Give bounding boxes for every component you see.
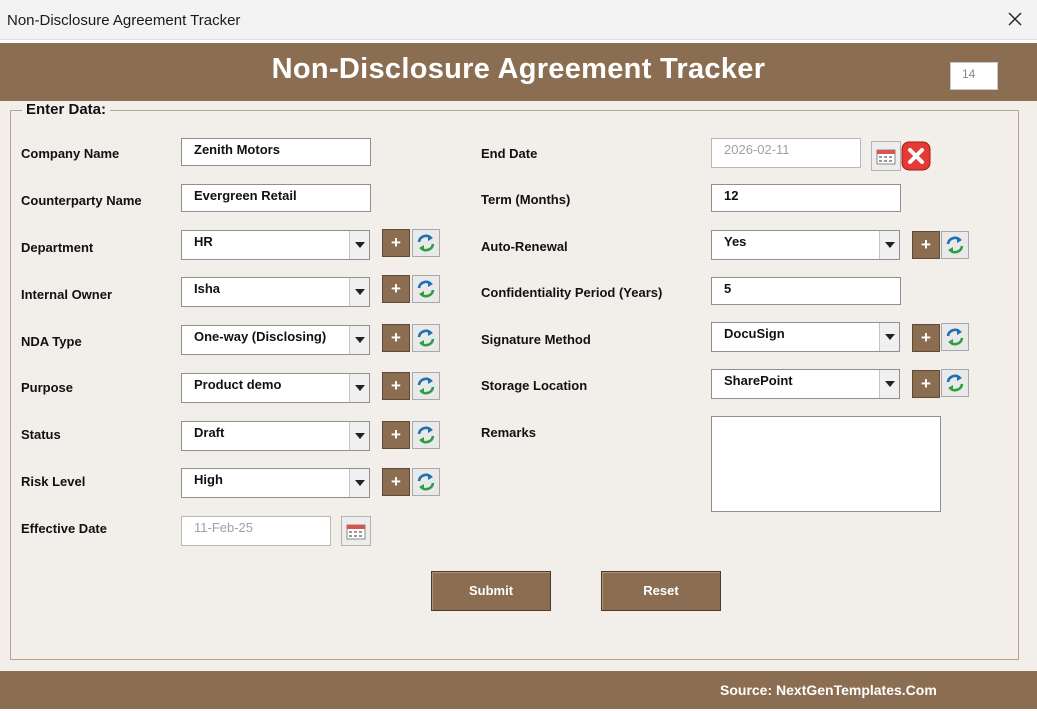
- signature-method-label: Signature Method: [481, 332, 591, 347]
- refresh-internal-owner-button[interactable]: [412, 275, 440, 303]
- confidentiality-period-label: Confidentiality Period (Years): [481, 285, 663, 300]
- signature-method-dropdown[interactable]: DocuSign: [711, 322, 900, 352]
- refresh-icon: [417, 377, 435, 395]
- add-department-button[interactable]: +: [382, 229, 410, 257]
- add-storage-location-button[interactable]: +: [912, 370, 940, 398]
- counterparty-name-label: Counterparty Name: [21, 193, 142, 208]
- add-auto-renewal-button[interactable]: +: [912, 231, 940, 259]
- risk-level-dropdown[interactable]: High: [181, 468, 370, 498]
- signature-method-value: DocuSign: [724, 326, 785, 341]
- add-nda-type-button[interactable]: +: [382, 324, 410, 352]
- dropdown-arrow-icon[interactable]: [349, 278, 369, 306]
- reset-button[interactable]: Reset: [601, 571, 721, 611]
- add-risk-level-button[interactable]: +: [382, 468, 410, 496]
- add-status-button[interactable]: +: [382, 421, 410, 449]
- purpose-value: Product demo: [194, 377, 282, 392]
- add-signature-method-button[interactable]: +: [912, 324, 940, 352]
- auto-renewal-dropdown[interactable]: Yes: [711, 230, 900, 260]
- refresh-icon: [417, 426, 435, 444]
- remarks-textarea[interactable]: [711, 416, 941, 512]
- risk-level-value: High: [194, 472, 223, 487]
- refresh-auto-renewal-button[interactable]: [941, 231, 969, 259]
- footer: Source: NextGenTemplates.Com: [0, 671, 1037, 709]
- enter-data-legend: Enter Data:: [22, 101, 111, 118]
- end-date-calendar-button[interactable]: [871, 141, 901, 171]
- calendar-icon: [346, 524, 366, 540]
- status-label: Status: [21, 427, 61, 442]
- nda-type-dropdown[interactable]: One-way (Disclosing): [181, 325, 370, 355]
- dropdown-arrow-icon[interactable]: [879, 370, 899, 398]
- app-header: Non-Disclosure Agreement Tracker 14: [0, 43, 1037, 101]
- refresh-icon: [417, 329, 435, 347]
- dropdown-arrow-icon[interactable]: [879, 231, 899, 259]
- refresh-department-button[interactable]: [412, 229, 440, 257]
- record-counter: 14: [950, 62, 998, 90]
- effective-date-input[interactable]: 11-Feb-25: [181, 516, 331, 546]
- dropdown-arrow-icon[interactable]: [879, 323, 899, 351]
- counterparty-name-input[interactable]: Evergreen Retail: [181, 184, 371, 212]
- dropdown-arrow-icon[interactable]: [349, 422, 369, 450]
- dropdown-arrow-icon[interactable]: [349, 231, 369, 259]
- refresh-purpose-button[interactable]: [412, 372, 440, 400]
- remarks-label: Remarks: [481, 425, 536, 440]
- risk-level-label: Risk Level: [21, 474, 86, 489]
- effective-date-label: Effective Date: [21, 521, 107, 536]
- status-dropdown[interactable]: Draft: [181, 421, 370, 451]
- auto-renewal-value: Yes: [724, 234, 747, 249]
- company-name-label: Company Name: [21, 146, 120, 161]
- confidentiality-period-input[interactable]: 5: [711, 277, 901, 305]
- refresh-storage-location-button[interactable]: [941, 369, 969, 397]
- end-date-input[interactable]: 2026-02-11: [711, 138, 861, 168]
- footer-source: Source: NextGenTemplates.Com: [720, 682, 937, 698]
- refresh-icon: [946, 236, 964, 254]
- clear-icon: [901, 141, 931, 171]
- close-icon: [1008, 12, 1022, 26]
- storage-location-label: Storage Location: [481, 378, 588, 393]
- add-internal-owner-button[interactable]: +: [382, 275, 410, 303]
- term-months-label: Term (Months): [481, 192, 571, 207]
- purpose-dropdown[interactable]: Product demo: [181, 373, 370, 403]
- refresh-status-button[interactable]: [412, 421, 440, 449]
- submit-button[interactable]: Submit: [431, 571, 551, 611]
- refresh-icon: [946, 374, 964, 392]
- nda-type-value: One-way (Disclosing): [194, 329, 327, 344]
- clear-end-date-button[interactable]: [901, 141, 931, 171]
- refresh-icon: [417, 280, 435, 298]
- window-close-button[interactable]: [1003, 7, 1027, 31]
- end-date-label: End Date: [481, 146, 538, 161]
- department-label: Department: [21, 240, 94, 255]
- purpose-label: Purpose: [21, 380, 74, 395]
- add-purpose-button[interactable]: +: [382, 372, 410, 400]
- status-value: Draft: [194, 425, 225, 440]
- internal-owner-label: Internal Owner: [21, 287, 113, 302]
- dropdown-arrow-icon[interactable]: [349, 469, 369, 497]
- nda-type-label: NDA Type: [21, 334, 82, 349]
- refresh-signature-method-button[interactable]: [941, 323, 969, 351]
- term-months-input[interactable]: 12: [711, 184, 901, 212]
- refresh-icon: [946, 328, 964, 346]
- page-title: Non-Disclosure Agreement Tracker: [271, 53, 766, 85]
- dropdown-arrow-icon[interactable]: [349, 326, 369, 354]
- department-dropdown[interactable]: HR: [181, 230, 370, 260]
- calendar-icon: [876, 149, 896, 165]
- internal-owner-dropdown[interactable]: Isha: [181, 277, 370, 307]
- dropdown-arrow-icon[interactable]: [349, 374, 369, 402]
- window-title: Non-Disclosure Agreement Tracker: [7, 12, 241, 29]
- window-titlebar: Non-Disclosure Agreement Tracker: [0, 0, 1037, 40]
- effective-date-calendar-button[interactable]: [341, 516, 371, 546]
- refresh-icon: [417, 473, 435, 491]
- storage-location-dropdown[interactable]: SharePoint: [711, 369, 900, 399]
- refresh-icon: [417, 234, 435, 252]
- company-name-input[interactable]: Zenith Motors: [181, 138, 371, 166]
- auto-renewal-label: Auto-Renewal: [481, 239, 568, 254]
- internal-owner-value: Isha: [194, 281, 221, 296]
- department-value: HR: [194, 234, 213, 249]
- storage-location-value: SharePoint: [724, 373, 793, 388]
- refresh-nda-type-button[interactable]: [412, 324, 440, 352]
- refresh-risk-level-button[interactable]: [412, 468, 440, 496]
